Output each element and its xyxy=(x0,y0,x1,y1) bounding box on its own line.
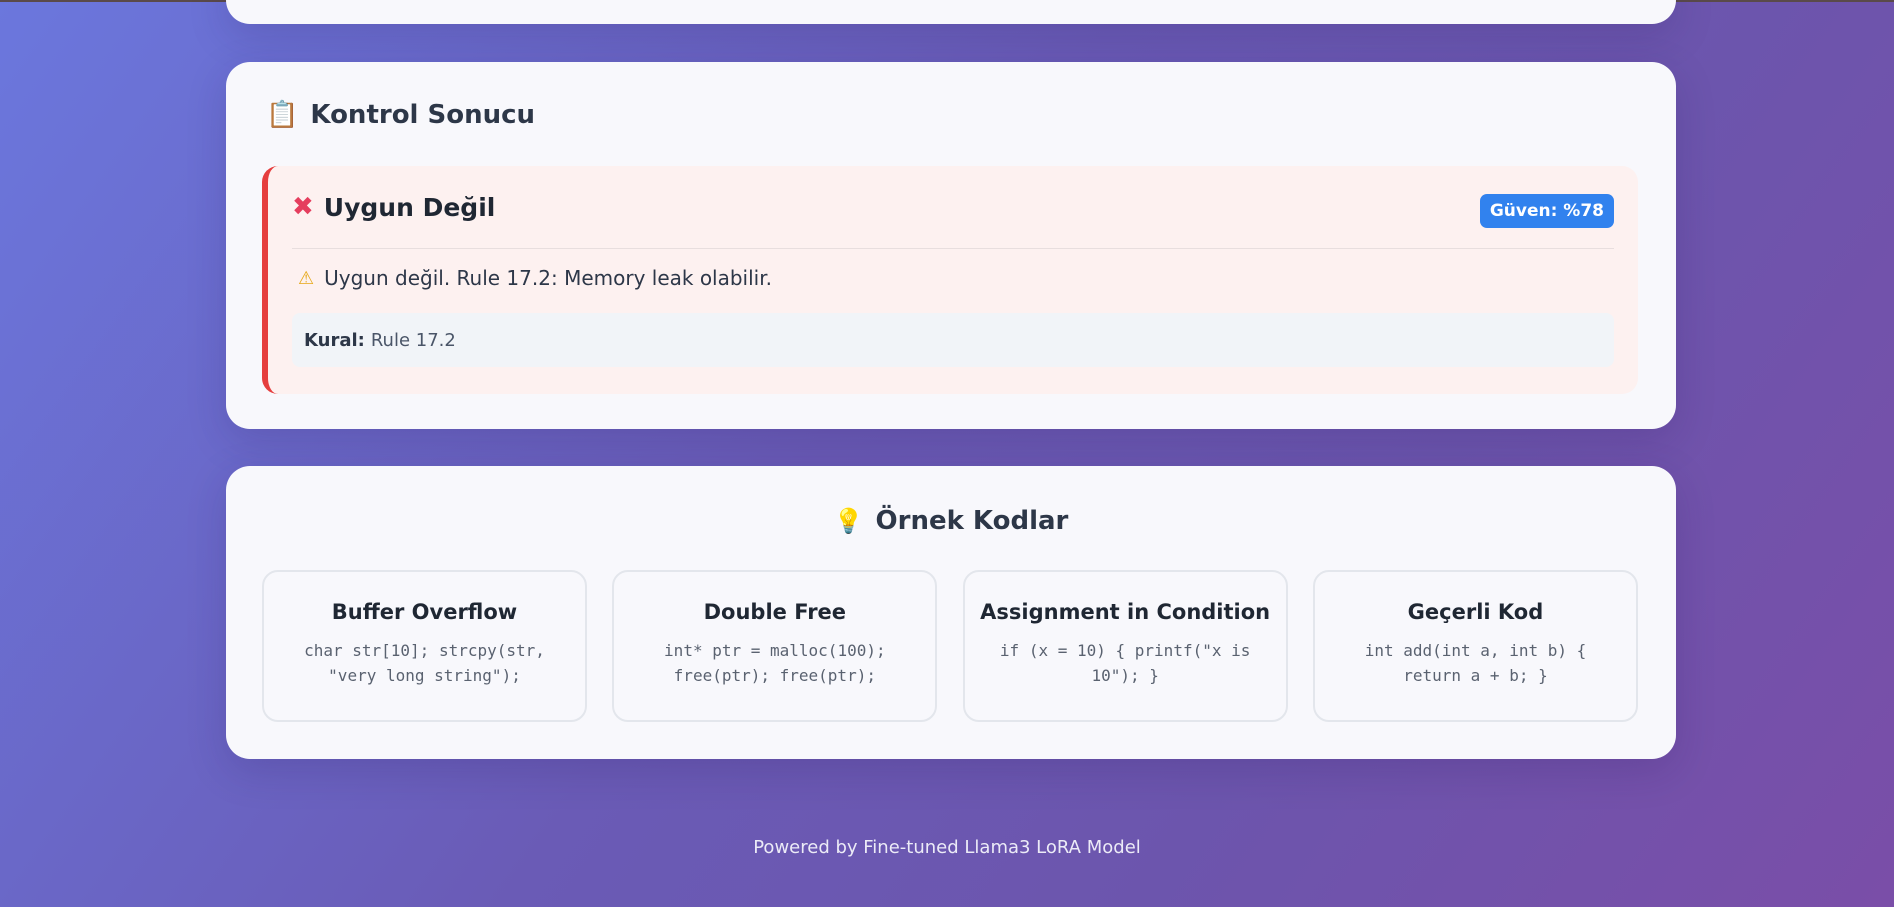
result-card: 📋 Kontrol Sonucu ✖ Uygun Değil Güven: %7… xyxy=(226,62,1676,429)
x-mark-icon: ✖ xyxy=(292,192,314,222)
footer-text: Powered by Fine-tuned Llama3 LoRA Model xyxy=(753,837,1141,858)
status-label: Uygun Değil xyxy=(323,192,496,222)
example-card-double-free[interactable]: Double Free int* ptr = malloc(100); free… xyxy=(612,570,938,722)
result-header: ✖ Uygun Değil Güven: %78 xyxy=(292,188,1614,249)
result-title-text: Kontrol Sonucu xyxy=(310,100,536,130)
example-card-assignment-in-condition[interactable]: Assignment in Condition if (x = 10) { pr… xyxy=(962,570,1288,722)
example-title: Geçerli Kod xyxy=(1407,600,1544,624)
status-heading: ✖ Uygun Değil xyxy=(292,192,495,222)
result-section-title: 📋 Kontrol Sonucu xyxy=(266,100,535,130)
previous-card xyxy=(226,0,1676,24)
example-code: int add(int a, int b) { return a + b; } xyxy=(1364,641,1587,685)
examples-title-text: Örnek Kodlar xyxy=(875,506,1069,536)
clipboard-icon: 📋 xyxy=(266,100,299,130)
example-code: int* ptr = malloc(100); free(ptr); free(… xyxy=(664,641,886,685)
example-title: Buffer Overflow xyxy=(331,600,518,624)
examples-card: 💡 Örnek Kodlar Buffer Overflow char str[… xyxy=(226,466,1676,759)
lightbulb-icon: 💡 xyxy=(833,507,864,535)
rule-value: Rule 17.2 xyxy=(370,329,456,351)
example-card-valid-code[interactable]: Geçerli Kod int add(int a, int b) { retu… xyxy=(1312,570,1638,722)
example-code: char str[10]; strcpy(str, "very long str… xyxy=(304,641,545,685)
confidence-badge: Güven: %78 xyxy=(1479,194,1614,228)
example-card-buffer-overflow[interactable]: Buffer Overflow char str[10]; strcpy(str… xyxy=(262,570,587,722)
rule-box: Kural: Rule 17.2 xyxy=(292,313,1614,367)
example-title: Double Free xyxy=(703,600,847,624)
rule-label: Kural: xyxy=(304,329,365,351)
examples-section-title: 💡 Örnek Kodlar xyxy=(226,506,1676,536)
warning-icon: ⚠ xyxy=(298,267,315,289)
example-title: Assignment in Condition xyxy=(980,600,1271,624)
examples-grid: Buffer Overflow char str[10]; strcpy(str… xyxy=(262,570,1638,722)
result-message-text: Uygun değil. Rule 17.2: Memory leak olab… xyxy=(324,266,772,290)
result-message: ⚠ Uygun değil. Rule 17.2: Memory leak ol… xyxy=(298,266,772,290)
example-code: if (x = 10) { printf("x is 10"); } xyxy=(999,641,1251,685)
result-box: ✖ Uygun Değil Güven: %78 ⚠ Uygun değil. … xyxy=(262,166,1638,394)
